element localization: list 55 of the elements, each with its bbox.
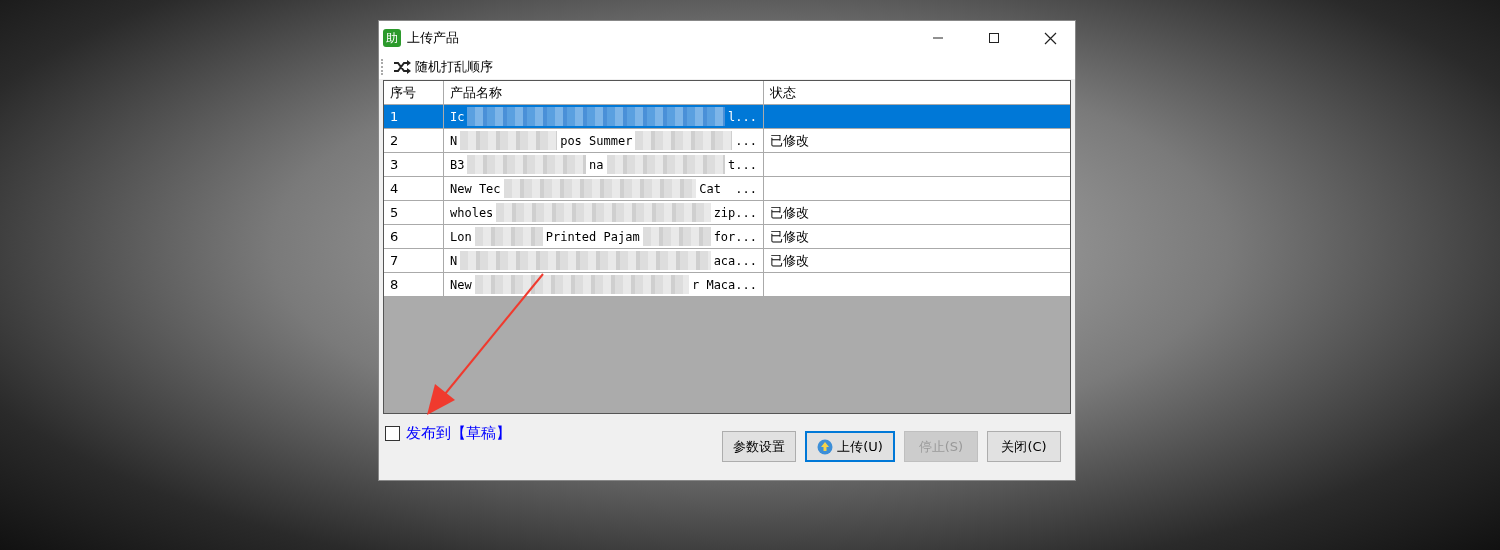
table-cell: 6 — [390, 229, 399, 244]
table-row[interactable]: 8 New r Maca... — [384, 273, 1070, 297]
table-cell: 3 — [390, 157, 399, 172]
app-icon: 助 — [383, 29, 401, 47]
table-row[interactable]: 3 B3 na t... — [384, 153, 1070, 177]
table-row[interactable]: 6 Lon Printed Pajam for... 已修改 — [384, 225, 1070, 249]
table-cell: na — [589, 157, 604, 172]
close-icon[interactable] — [1044, 31, 1057, 45]
table-row[interactable]: 2 N pos Summer ... 已修改 — [384, 129, 1070, 153]
table-cell: 7 — [390, 253, 399, 268]
shuffle-icon — [393, 60, 411, 74]
table-cell: 4 — [390, 181, 399, 196]
redaction-patch — [642, 227, 711, 246]
table-cell: wholes — [450, 205, 494, 220]
table-cell: for... — [713, 229, 757, 244]
checkbox[interactable] — [385, 426, 400, 441]
table-cell: Ic — [450, 109, 465, 124]
table-cell: ... — [735, 133, 757, 148]
table-cell: Lon — [450, 229, 472, 244]
table-cell: Printed Pajam — [545, 229, 640, 244]
dialog-button[interactable]: 参数设置 — [722, 431, 796, 462]
redaction-patch — [474, 227, 543, 246]
shuffle-button[interactable]: 随机打乱顺序 — [389, 58, 497, 76]
table-cell: N — [450, 133, 458, 148]
dialog-button[interactable]: 上传(U) — [805, 431, 895, 462]
table-cell: pos Summer — [560, 133, 633, 148]
table-cell: 已修改 — [770, 131, 809, 150]
table-cell: 5 — [390, 205, 399, 220]
table-cell: 已修改 — [770, 227, 809, 246]
table-row[interactable]: 1 Ic l... — [384, 105, 1070, 129]
dialog-button[interactable]: 关闭(C) — [987, 431, 1061, 462]
table-cell: aca... — [713, 253, 757, 268]
table-cell: 8 — [390, 277, 399, 292]
checkbox-label[interactable]: 发布到【草稿】 — [406, 424, 511, 443]
column-header[interactable]: 状态 — [764, 81, 1070, 104]
table-cell: N — [450, 253, 458, 268]
maximize-icon[interactable] — [988, 32, 1000, 44]
column-header[interactable]: 产品名称 — [444, 81, 764, 104]
table-cell: l... — [728, 109, 757, 124]
table-cell: 1 — [390, 109, 399, 124]
window-title: 上传产品 — [407, 29, 459, 47]
table-cell: 已修改 — [770, 203, 809, 222]
table-cell: New Tec — [450, 181, 501, 196]
table-cell: 2 — [390, 133, 399, 148]
table-row[interactable]: 7 N aca... 已修改 — [384, 249, 1070, 273]
table-cell: t... — [728, 157, 757, 172]
table-cell: r Maca... — [691, 277, 757, 292]
table-cell: B3 — [450, 157, 465, 172]
table-cell: zip... — [713, 205, 757, 220]
table-row[interactable]: 5 wholes zip... 已修改 — [384, 201, 1070, 225]
table-row[interactable]: 4 New Tec Cat ... — [384, 177, 1070, 201]
table-cell: New — [450, 277, 472, 292]
table-cell: 已修改 — [770, 251, 809, 270]
table-cell: Cat ... — [699, 181, 757, 196]
column-header[interactable]: 序号 — [384, 81, 444, 104]
